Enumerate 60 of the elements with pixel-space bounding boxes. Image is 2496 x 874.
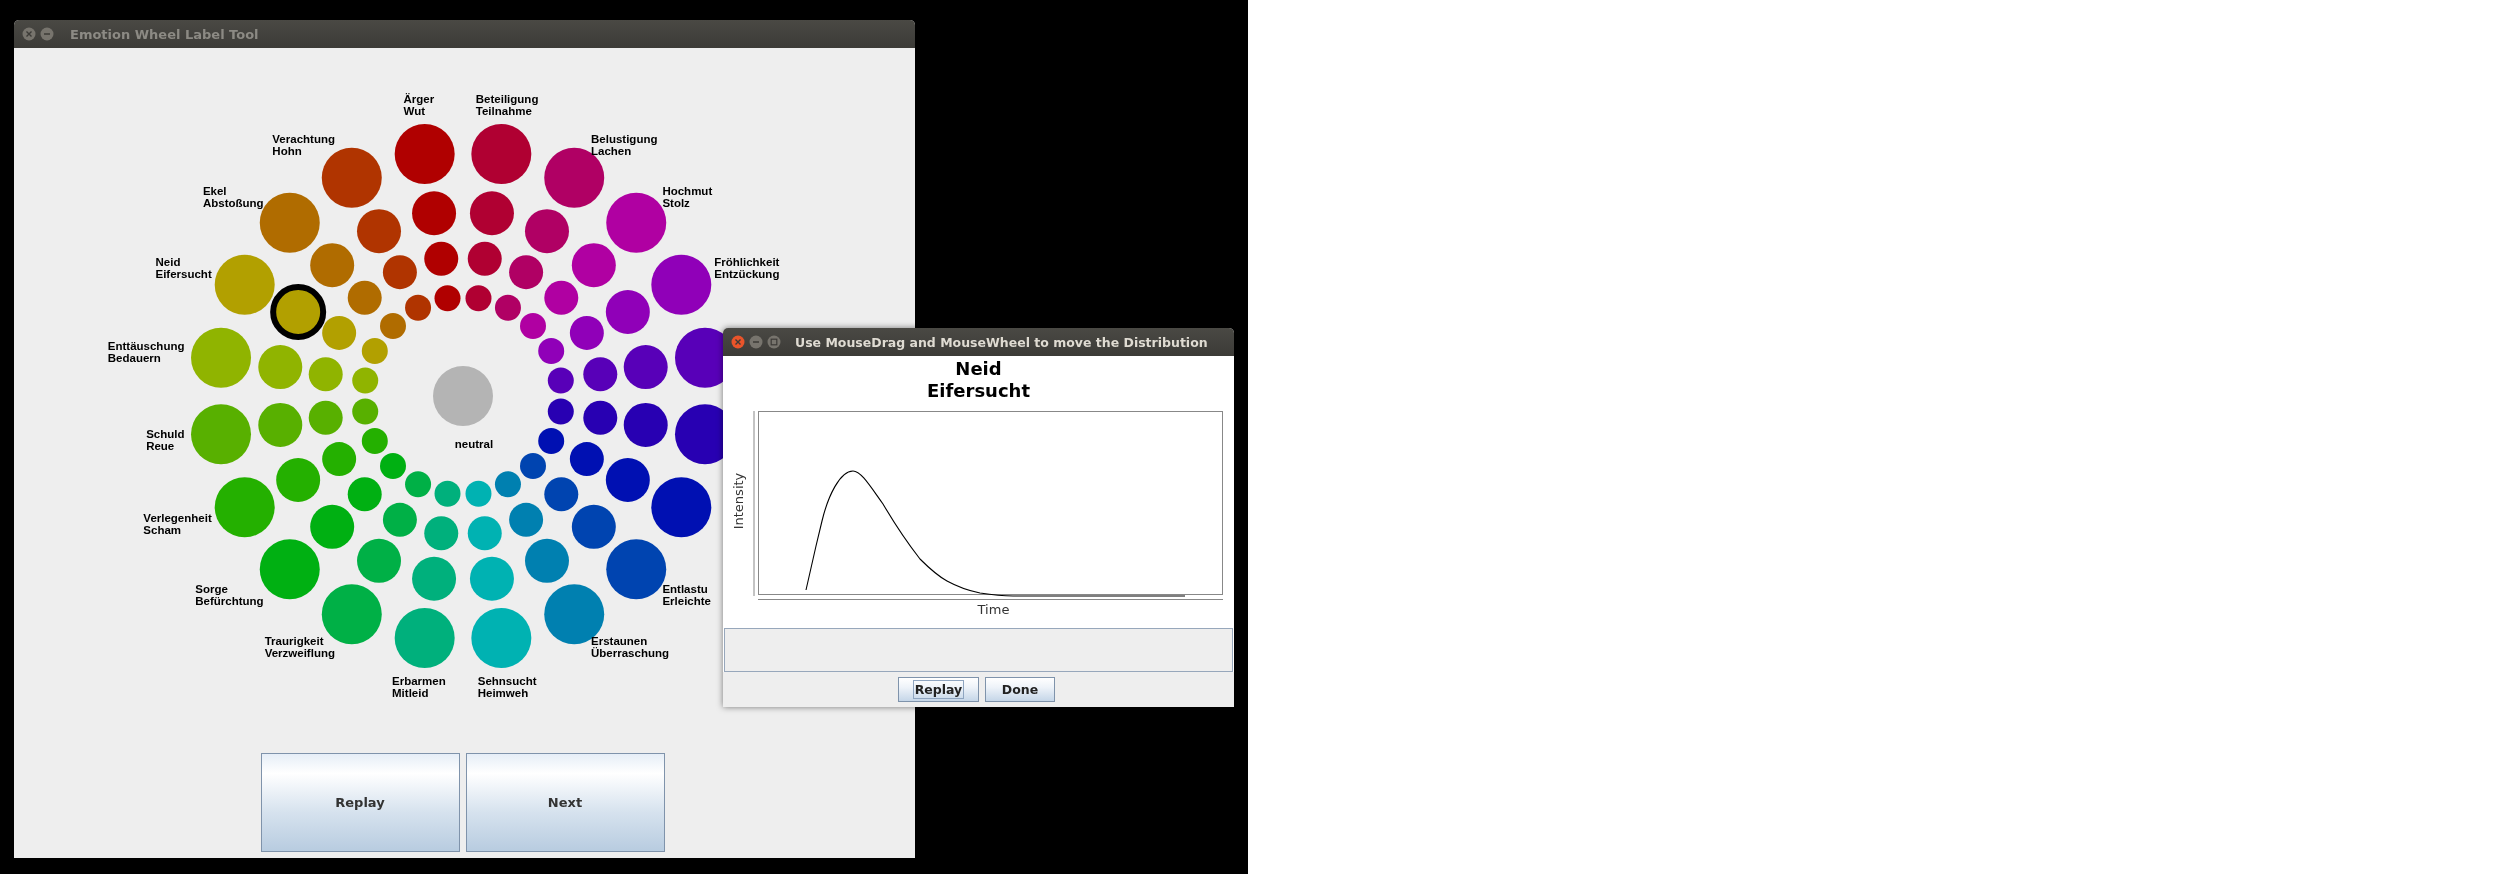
neutral-label: neutral: [454, 438, 494, 450]
emotion-label: Entlastu Erleichte: [662, 583, 711, 608]
emotion-circle[interactable]: [569, 442, 604, 477]
emotion-label: Hochmut Stolz: [662, 184, 713, 209]
emotion-circle[interactable]: [583, 400, 618, 435]
emotion-circle[interactable]: [605, 290, 650, 334]
emotion-label: Traurigkeit Verzweiflung: [264, 635, 335, 660]
close-icon[interactable]: [731, 335, 745, 349]
emotion-circle[interactable]: [538, 427, 565, 454]
replay-button[interactable]: Replay: [260, 753, 460, 852]
emotion-circle[interactable]: [467, 241, 502, 276]
window-title: Emotion Wheel Label Tool: [70, 26, 259, 42]
next-button[interactable]: Next: [465, 753, 665, 852]
chart-title: Neid Eifersucht: [927, 357, 1030, 403]
emotion-circle[interactable]: [434, 285, 461, 312]
emotion-circle[interactable]: [569, 315, 604, 350]
emotion-circle[interactable]: [412, 191, 457, 236]
emotion-circle[interactable]: [469, 191, 514, 236]
emotion-circle[interactable]: [547, 367, 574, 394]
emotion-label: Neid Eifersucht: [155, 255, 212, 280]
emotion-label: Verlegenheit Scham: [143, 512, 212, 536]
emotion-label: Erstaunen Überraschung: [591, 635, 669, 660]
emotion-circle[interactable]: [651, 477, 712, 538]
emotion-circle[interactable]: [520, 453, 546, 479]
emotion-label: Erbarmen Mitleid: [392, 674, 446, 699]
emotion-circle[interactable]: [322, 315, 357, 350]
emotion-circle[interactable]: [471, 124, 532, 184]
emotion-label: Ärger Wut: [403, 93, 435, 118]
window-title: Use MouseDrag and MouseWheel to move the Distribution: [795, 334, 1208, 350]
emotion-circle[interactable]: [623, 402, 668, 447]
emotion-label: Sehnsucht Heimweh: [477, 674, 537, 699]
emotion-label: Fröhlichkeit Entzückung: [714, 255, 780, 280]
emotion-circle[interactable]: [547, 398, 574, 425]
emotion-label: Beteiligung Teilnahme: [475, 93, 539, 118]
axis-label: Intensity: [730, 472, 746, 530]
emotion-label: Verachtung Hohn: [272, 132, 335, 157]
emotion-circle[interactable]: [424, 241, 459, 276]
done-button[interactable]: Done: [985, 677, 1055, 702]
emotion-circle[interactable]: [538, 338, 565, 365]
emotion-circle[interactable]: [270, 284, 327, 340]
emotion-circle[interactable]: [583, 357, 618, 392]
close-icon[interactable]: [22, 27, 36, 41]
emotion-label: Enttäuschung Bedauern: [107, 339, 185, 364]
emotion-circle[interactable]: [394, 124, 455, 184]
replay-button[interactable]: Replay: [898, 677, 979, 702]
emotion-label: Sorge Befürchtung: [195, 583, 264, 608]
minimize-icon[interactable]: [749, 335, 763, 349]
axis-label: Time: [977, 602, 1010, 619]
minimize-icon[interactable]: [40, 27, 54, 41]
emotion-label: Ekel Abstoßung: [202, 184, 264, 209]
emotion-circle[interactable]: [544, 477, 579, 512]
emotion-circle[interactable]: [571, 504, 616, 549]
emotion-circle[interactable]: [465, 285, 492, 312]
emotion-circle[interactable]: [605, 458, 650, 502]
distribution-curve[interactable]: [805, 470, 1186, 597]
maximize-icon[interactable]: [767, 335, 781, 349]
emotion-label: Belustigung Lachen: [591, 132, 658, 157]
emotion-circle[interactable]: [623, 345, 668, 390]
emotion-label: Schuld Reue: [146, 428, 185, 453]
emotion-circle[interactable]: [651, 254, 712, 315]
